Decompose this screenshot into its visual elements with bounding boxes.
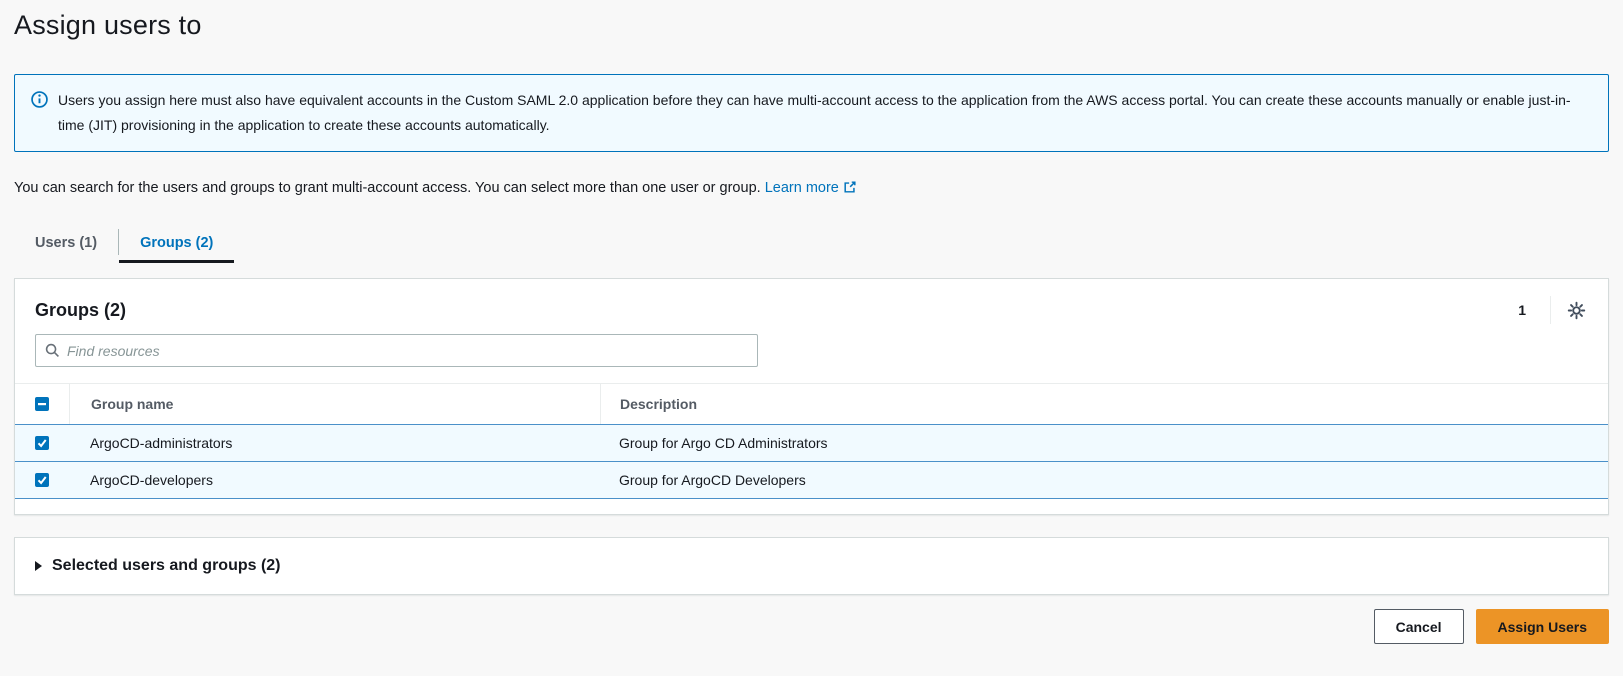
tab-groups[interactable]: Groups (2) bbox=[119, 225, 234, 263]
info-banner-text: Users you assign here must also have equ… bbox=[58, 88, 1592, 138]
table-header-row: Group name Description bbox=[15, 383, 1608, 424]
tab-users[interactable]: Users (1) bbox=[14, 225, 118, 263]
group-name: ArgoCD-administrators bbox=[69, 435, 600, 451]
column-header-group-name[interactable]: Group name bbox=[69, 384, 600, 424]
header-checkbox-cell bbox=[15, 384, 69, 424]
column-header-description[interactable]: Description bbox=[600, 384, 1608, 424]
row-checkbox-cell bbox=[15, 473, 69, 487]
search-icon bbox=[45, 343, 60, 358]
table-bottom-padding bbox=[15, 499, 1608, 514]
groups-panel: Groups (2) 1 bbox=[14, 278, 1609, 515]
row-checkbox[interactable] bbox=[35, 473, 49, 487]
cancel-button[interactable]: Cancel bbox=[1374, 609, 1464, 644]
tabs-bar: Users (1) Groups (2) bbox=[14, 225, 1609, 263]
learn-more-link[interactable]: Learn more bbox=[765, 180, 857, 196]
pagination-current-page[interactable]: 1 bbox=[1508, 298, 1536, 322]
assign-users-button[interactable]: Assign Users bbox=[1476, 609, 1609, 644]
check-mark-icon bbox=[37, 475, 47, 485]
selected-users-groups-expander[interactable]: Selected users and groups (2) bbox=[14, 537, 1609, 595]
search-box[interactable] bbox=[35, 334, 758, 367]
expander-caret-icon bbox=[35, 561, 42, 571]
info-icon bbox=[31, 91, 48, 116]
select-all-checkbox[interactable] bbox=[35, 397, 49, 411]
table-row[interactable]: ArgoCD-administrators Group for Argo CD … bbox=[15, 424, 1608, 462]
table-row[interactable]: ArgoCD-developers Group for ArgoCD Devel… bbox=[15, 461, 1608, 499]
find-resources-input[interactable] bbox=[67, 343, 748, 359]
row-checkbox-cell bbox=[15, 436, 69, 450]
assign-users-page: Assign users to Users you assign here mu… bbox=[0, 0, 1623, 644]
intro-text-content: You can search for the users and groups … bbox=[14, 180, 761, 196]
row-checkbox[interactable] bbox=[35, 436, 49, 450]
tools-divider bbox=[1550, 296, 1551, 324]
group-description: Group for ArgoCD Developers bbox=[600, 472, 1608, 488]
gear-icon bbox=[1567, 301, 1586, 320]
external-link-icon bbox=[843, 180, 857, 194]
expander-label: Selected users and groups (2) bbox=[52, 557, 281, 575]
groups-panel-header: Groups (2) 1 bbox=[15, 279, 1608, 334]
group-name: ArgoCD-developers bbox=[69, 472, 600, 488]
groups-panel-title: Groups (2) bbox=[35, 300, 126, 321]
intro-text: You can search for the users and groups … bbox=[14, 180, 1609, 196]
info-banner: Users you assign here must also have equ… bbox=[14, 74, 1609, 152]
table-tools: 1 bbox=[1508, 296, 1588, 324]
learn-more-label: Learn more bbox=[765, 180, 839, 196]
settings-gear-button[interactable] bbox=[1565, 299, 1588, 322]
footer-actions: Cancel Assign Users bbox=[14, 609, 1609, 644]
page-title: Assign users to bbox=[14, 0, 1609, 41]
check-mark-icon bbox=[37, 438, 47, 448]
indeterminate-mark-icon bbox=[37, 399, 47, 409]
search-row bbox=[15, 334, 1608, 383]
group-description: Group for Argo CD Administrators bbox=[600, 435, 1608, 451]
